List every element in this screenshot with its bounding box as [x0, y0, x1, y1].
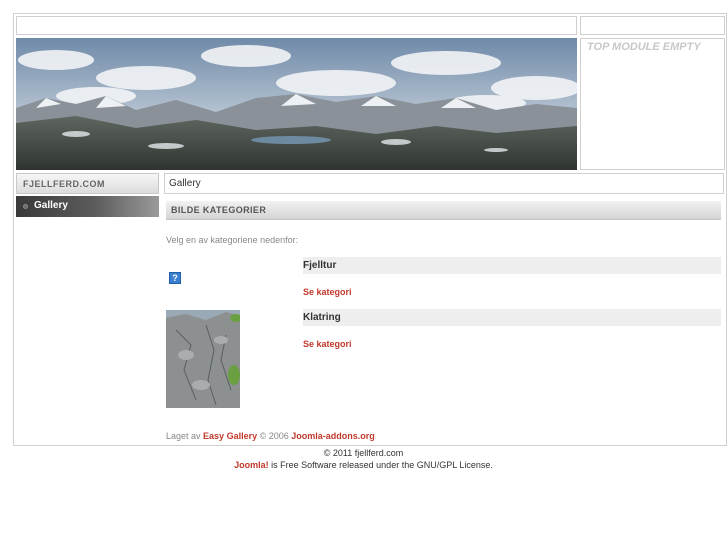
- view-category-link-fjelltur[interactable]: Se kategori: [303, 287, 352, 297]
- joomla-link[interactable]: Joomla!: [234, 460, 269, 470]
- footer-license: Joomla! is Free Software released under …: [0, 460, 727, 470]
- sidebar-item-label: Gallery: [34, 200, 68, 211]
- climbing-thumbnail-image[interactable]: [166, 310, 240, 408]
- category-name: Klatring: [303, 312, 341, 323]
- mountain-banner-image: [16, 38, 577, 170]
- intro-text: Velg en av kategoriene nedenfor:: [166, 235, 299, 245]
- gallery-content: BILDE KATEGORIER Velg en av kategoriene …: [164, 197, 724, 445]
- license-text: is Free Software released under the GNU/…: [271, 460, 493, 470]
- credit-prefix: Laget av: [166, 431, 201, 441]
- gallery-credit: Laget av Easy Gallery © 2006 Joomla-addo…: [166, 431, 375, 441]
- category-header-label: BILDE KATEGORIER: [171, 205, 267, 215]
- view-category-link-klatring[interactable]: Se kategori: [303, 339, 352, 349]
- breadcrumb-current: Gallery: [169, 178, 201, 189]
- footer-copyright: © 2011 fjellferd.com: [323, 448, 404, 458]
- joomla-addons-link[interactable]: Joomla-addons.org: [291, 431, 375, 441]
- breadcrumb: Gallery: [164, 173, 724, 194]
- category-row-klatring: Klatring: [303, 309, 721, 326]
- top-module-placeholder: TOP MODULE EMPTY: [580, 38, 725, 170]
- sidebar-header-label: FJELLFERD.COM: [23, 179, 105, 189]
- category-row-fjelltur: Fjelltur: [303, 257, 721, 274]
- sidebar: FJELLFERD.COM Gallery: [16, 173, 161, 443]
- bullet-icon: [23, 204, 28, 209]
- sidebar-item-gallery[interactable]: Gallery: [16, 196, 159, 217]
- top-bar-right: [580, 16, 725, 35]
- easy-gallery-link[interactable]: Easy Gallery: [203, 431, 257, 441]
- category-name: Fjelltur: [303, 260, 337, 271]
- credit-middle: © 2006: [259, 431, 289, 441]
- top-bar-left: [16, 16, 577, 35]
- category-header: BILDE KATEGORIER: [166, 201, 721, 220]
- missing-image-icon[interactable]: ?: [169, 272, 181, 284]
- sidebar-header: FJELLFERD.COM: [16, 173, 159, 194]
- top-module-text: TOP MODULE EMPTY: [587, 41, 701, 53]
